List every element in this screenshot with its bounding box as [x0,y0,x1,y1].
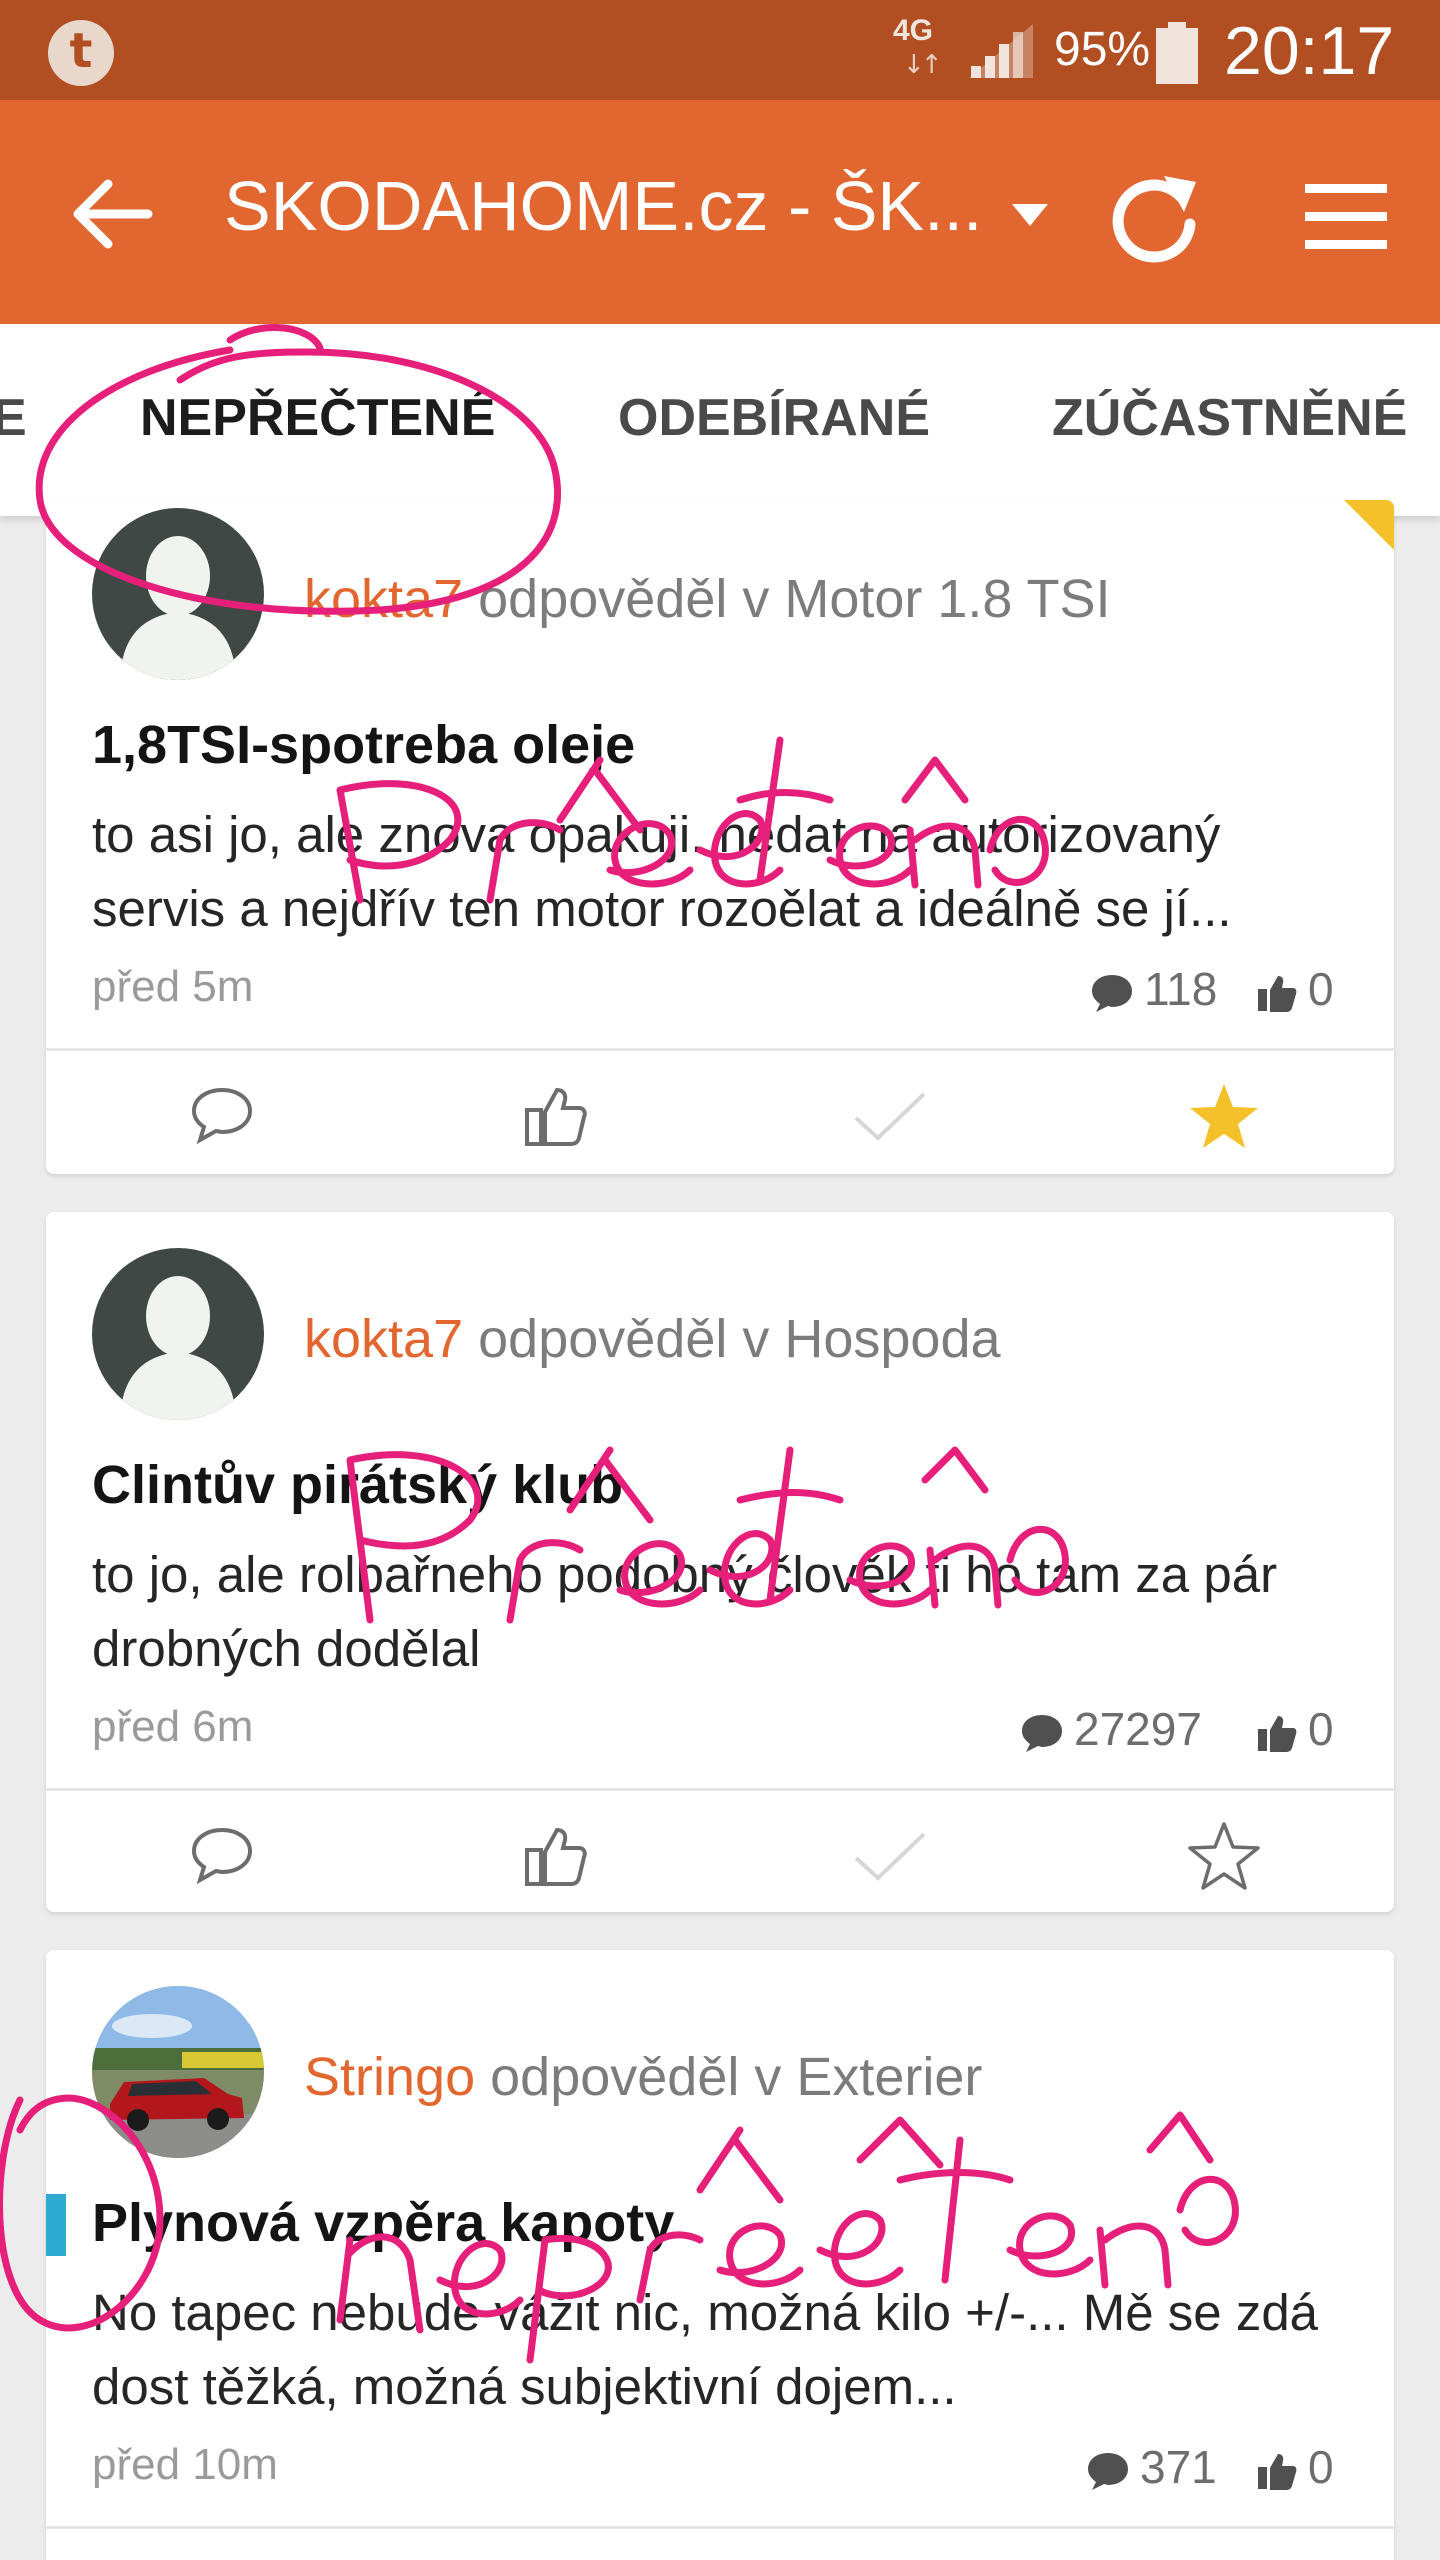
post-excerpt[interactable]: to jo, ale rolbařneho podobný člověk ti … [92,1538,1362,1686]
post-meta: kokta7 odpověděl v Hospoda [304,1308,1001,1370]
network-type: 4G [893,14,934,47]
author-name[interactable]: Stringo [304,2047,475,2107]
comment-outline-icon [191,1087,253,1145]
star-filled-icon [1190,1084,1258,1148]
like-count: 0 [1256,962,1334,1016]
app-bar: SKODAHOME.cz - ŠK... [0,100,1440,324]
card-divider [46,1048,1394,1051]
comment-count: 371 [1086,2440,1217,2494]
avatar[interactable] [92,1248,264,1420]
thumbs-up-outline-icon [525,1087,587,1146]
forum-title[interactable]: SKODAHOME.cz - ŠK... [224,166,984,246]
reply-button[interactable] [162,1806,282,1906]
thumbs-up-icon [1258,975,1297,1012]
status-bar: t 4G ↓↑ 95% 20:17 [0,0,1440,100]
back-button[interactable] [58,164,168,264]
tab-subscribed[interactable]: ODEBÍRANÉ [618,388,930,448]
checkmark-icon [854,1832,926,1881]
tab-unread[interactable]: NEPŘEČTENÉ [140,388,495,448]
post-meta: Stringo odpověděl v Exterier [304,2046,982,2108]
back-arrow-icon [73,179,153,249]
post-action: odpověděl v Exterier [490,2047,983,2107]
signal-icon [969,24,1033,78]
tab-participated[interactable]: ZÚČASTNĚNÉ [1052,388,1407,448]
like-button[interactable] [496,1806,616,1906]
battery-icon [1156,22,1198,84]
thread-title[interactable]: Clintův pirátský klub [92,1454,623,1516]
feed-card[interactable]: Stringo odpověděl v Exterier Plynová vzp… [46,1950,1394,2560]
mark-read-button[interactable] [830,1066,950,1166]
thread-title[interactable]: 1,8TSI-spotreba oleje [92,714,635,776]
unread-indicator [46,2194,66,2256]
app-notification-icon: t [48,20,114,86]
speech-bubble-icon [1092,974,1132,1012]
thread-title[interactable]: Plynová vzpěra kapoty [92,2192,674,2254]
avatar[interactable] [92,508,264,680]
comment-count: 118 [1090,962,1217,1016]
star-button[interactable] [1164,1806,1284,1906]
battery-percent: 95% [1054,23,1151,76]
post-excerpt[interactable]: to asi jo, ale znova opakuji. nedat na a… [92,798,1362,946]
feed-card[interactable]: kokta7 odpověděl v Motor 1.8 TSI 1,8TSI-… [46,500,1394,1174]
subscribed-corner-flag [1344,500,1394,550]
car-photo-avatar [92,1986,264,2158]
star-outline-icon [1188,1822,1260,1890]
like-count: 0 [1256,1702,1334,1756]
star-button[interactable] [1164,1066,1284,1166]
feed-card[interactable]: kokta7 odpověděl v Hospoda Clintův pirát… [46,1212,1394,1912]
author-name[interactable]: kokta7 [304,1309,463,1369]
post-time: před 5m [92,962,254,1011]
post-time: před 6m [92,1702,254,1751]
card-divider [46,2526,1394,2529]
comment-count: 27297 [1020,1702,1202,1756]
reply-button[interactable] [162,1066,282,1166]
refresh-icon [1112,176,1196,263]
thumbs-up-icon [1258,1715,1297,1752]
default-avatar-icon [120,536,236,680]
author-name[interactable]: kokta7 [304,569,463,629]
menu-button[interactable] [1295,162,1405,272]
tab-previous[interactable]: E [0,388,27,448]
post-action: odpověděl v Motor 1.8 TSI [478,569,1111,629]
refresh-button[interactable] [1100,162,1210,272]
clock: 20:17 [1224,13,1395,89]
thumbs-up-icon [1258,2453,1297,2490]
thumbs-up-outline-icon [525,1827,587,1886]
avatar[interactable] [92,1986,264,2158]
post-action: odpověděl v Hospoda [478,1309,1001,1369]
post-meta: kokta7 odpověděl v Motor 1.8 TSI [304,568,1111,630]
mark-read-button[interactable] [830,1806,950,1906]
card-divider [46,1788,1394,1791]
speech-bubble-icon [1088,2452,1128,2490]
comment-outline-icon [191,1827,253,1885]
dropdown-triangle-icon[interactable] [1010,196,1050,236]
default-avatar-icon [120,1276,236,1420]
speech-bubble-icon [1022,1714,1062,1752]
checkmark-icon [854,1092,926,1141]
hamburger-menu-icon [1305,184,1387,249]
post-time: před 10m [92,2440,278,2489]
tab-bar: E NEPŘEČTENÉ ODEBÍRANÉ ZÚČASTNĚNÉ [0,324,1440,516]
data-activity-icon: ↓↑ [903,50,943,80]
like-button[interactable] [496,1066,616,1166]
like-count: 0 [1256,2440,1334,2494]
post-excerpt[interactable]: No tapec nebude vážit nic, možná kilo +/… [92,2276,1362,2424]
